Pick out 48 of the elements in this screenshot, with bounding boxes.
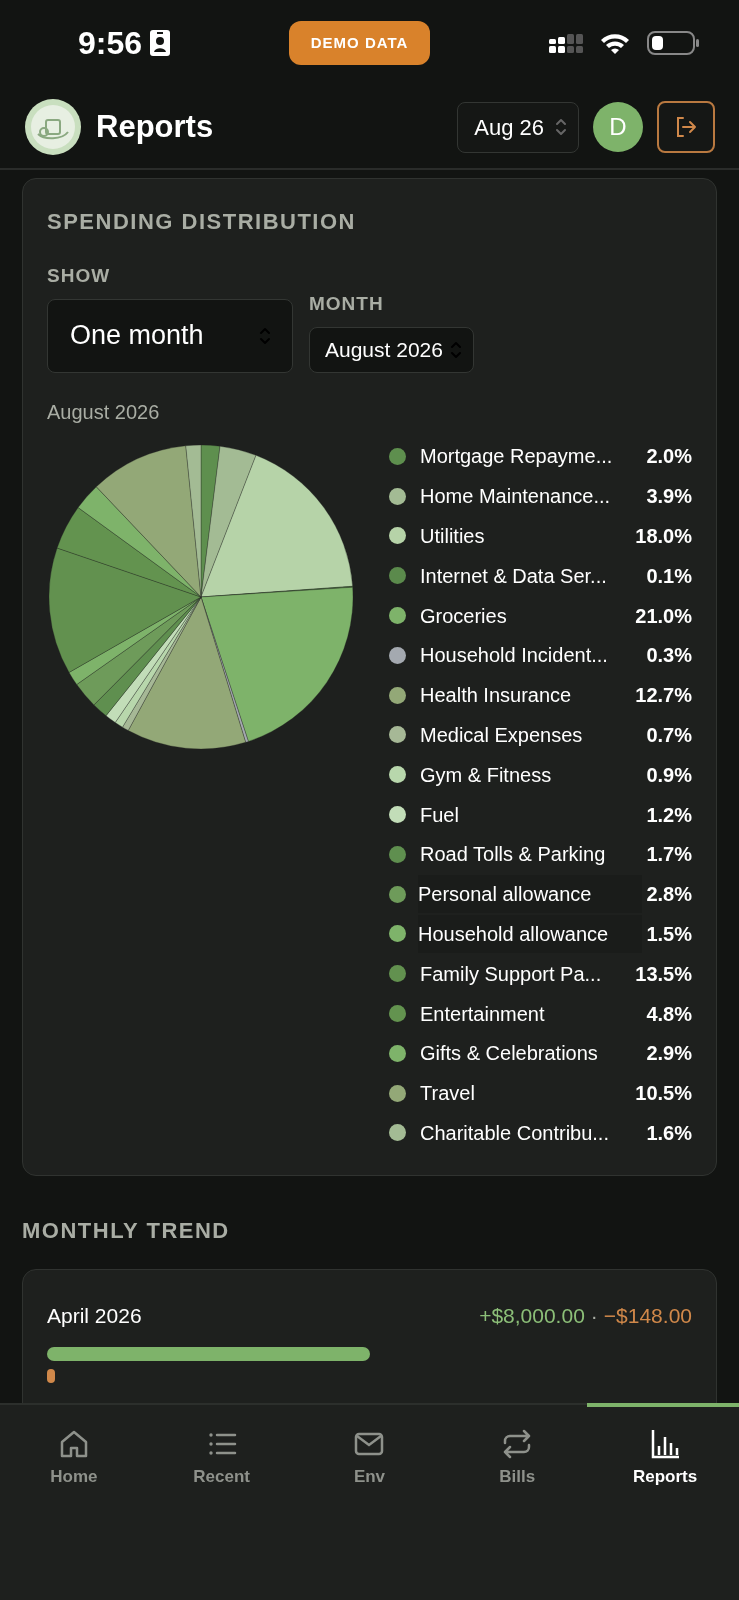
legend-label: Gym & Fitness [420,762,553,788]
legend-percent: 1.7% [646,842,692,868]
legend-percent: 0.1% [646,563,692,589]
legend-label: Gifts & Celebrations [420,1041,599,1067]
demo-data-badge: DEMO DATA [288,20,431,66]
legend-percent: 10.5% [635,1081,692,1107]
legend-percent: 1.5% [646,921,692,947]
legend-percent: 4.8% [646,1001,692,1027]
legend-percent: 21.0% [635,603,692,629]
legend-label: Internet & Data Ser... [420,563,608,589]
legend-percent: 0.9% [646,762,692,788]
legend-percent: 2.8% [646,882,692,908]
legend-label: Household allowance [418,914,643,953]
legend-label: Fuel [420,802,460,828]
legend-label: Groceries [420,603,508,629]
field-label: MONTH [309,292,385,316]
legend-percent: 18.0% [635,524,692,549]
legend-label: Medical Expenses [420,722,584,748]
page-title: Reports [96,107,214,146]
separator: · [590,1302,598,1329]
legend-label: Personal allowance [418,875,643,914]
legend-label: Travel [420,1081,476,1107]
income-amount: +$8,000.00 [479,1302,585,1329]
legend-percent: 0.3% [646,643,692,669]
legend-percent: 0.7% [646,722,692,748]
legend-percent: 13.5% [635,961,692,987]
legend-percent: 12.7% [635,683,692,709]
legend-percent: 1.2% [646,802,692,828]
section-title: SPENDING DISTRIBUTION [47,208,357,236]
legend-label: Mortgage Repayme... [420,444,614,470]
legend-label: Health Insurance [420,683,573,709]
legend-label: Utilities [420,524,486,549]
legend-percent: 2.0% [646,444,692,470]
legend-label: Home Maintenance... [420,484,612,510]
legend-percent: 2.9% [646,1041,692,1067]
section-title: MONTHLY TREND [22,1216,231,1245]
legend-label: Family Support Pa... [420,961,603,987]
legend-label: Household Incident... [420,643,609,669]
chart-title: August 2026 [47,399,161,425]
legend-label: Entertainment [420,1001,546,1027]
trend-month: April 2026 [47,1302,142,1329]
field-label: SHOW [47,264,112,288]
expense-amount: −$148.00 [603,1302,692,1329]
legend-percent: 3.9% [646,484,692,510]
legend-label: Charitable Contribu... [420,1120,610,1146]
legend-percent: 1.6% [646,1120,692,1146]
status-time: 9:56 [78,24,143,63]
legend-label: Road Tolls & Parking [420,842,607,868]
